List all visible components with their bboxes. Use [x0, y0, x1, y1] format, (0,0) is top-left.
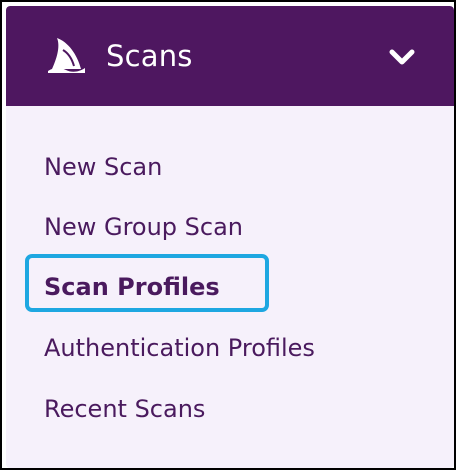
scans-menu-panel: Scans New Scan New Group Scan Scan Profi… [6, 6, 454, 468]
header-title: Scans [106, 39, 193, 73]
shark-fin-icon [48, 38, 85, 73]
chevron-down-icon[interactable] [388, 47, 416, 67]
menu-item-new-scan[interactable]: New Scan [44, 152, 162, 182]
menu-item-scan-profiles[interactable]: Scan Profiles [44, 272, 220, 302]
menu-item-recent-scans[interactable]: Recent Scans [44, 394, 205, 424]
screenshot-frame: Scans New Scan New Group Scan Scan Profi… [0, 0, 456, 470]
scans-section-header[interactable]: Scans [6, 6, 454, 106]
menu-item-authentication-profiles[interactable]: Authentication Profiles [44, 333, 315, 363]
menu-item-new-group-scan[interactable]: New Group Scan [44, 212, 243, 242]
